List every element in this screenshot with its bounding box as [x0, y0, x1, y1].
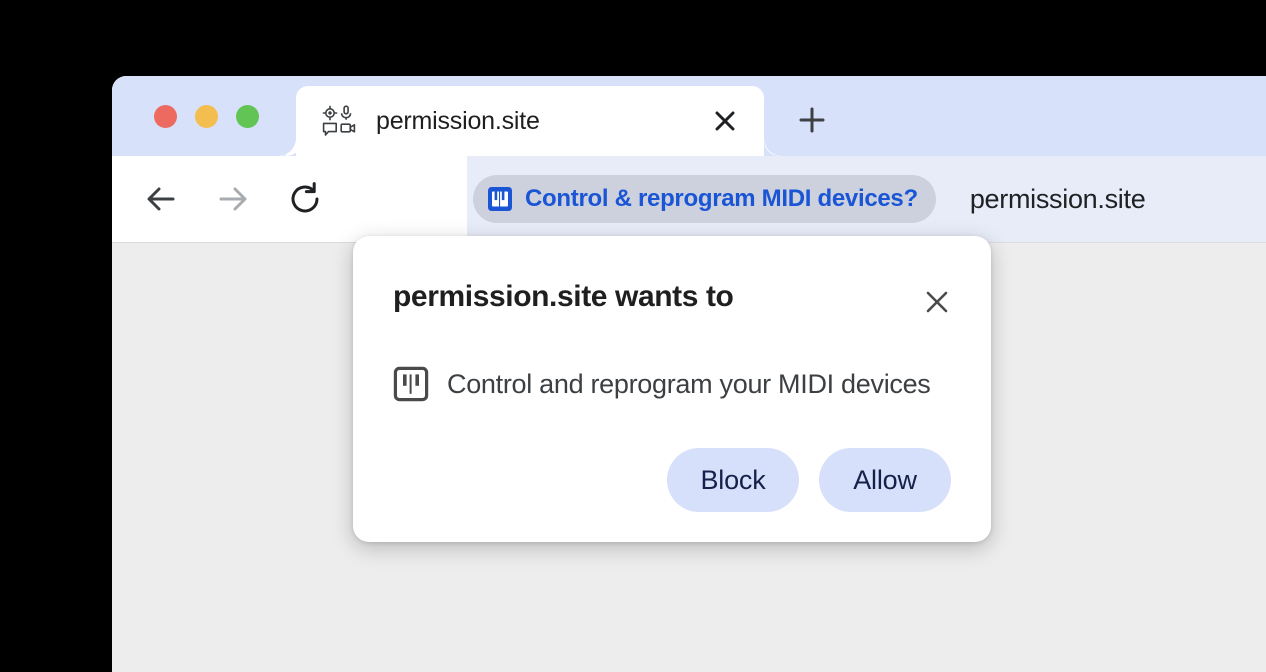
- allow-button[interactable]: Allow: [819, 448, 951, 512]
- close-window-button[interactable]: [154, 105, 177, 128]
- back-arrow-icon: [147, 187, 175, 211]
- close-icon: [715, 111, 735, 131]
- window-controls: [154, 105, 259, 128]
- omnibox[interactable]: Control & reprogram MIDI devices? permis…: [467, 156, 1266, 242]
- plus-icon: [799, 107, 825, 133]
- midi-permission-chip[interactable]: Control & reprogram MIDI devices?: [473, 175, 936, 223]
- dialog-close-button[interactable]: [919, 284, 955, 320]
- browser-toolbar: Control & reprogram MIDI devices? permis…: [112, 156, 1266, 242]
- close-icon: [926, 291, 948, 313]
- reload-button[interactable]: [280, 174, 330, 224]
- reload-icon: [291, 182, 319, 213]
- forward-button: [208, 174, 258, 224]
- permission-site-favicon: [322, 105, 356, 136]
- chip-label: Control & reprogram MIDI devices?: [525, 185, 918, 212]
- tab-strip: permission.site: [112, 76, 1266, 156]
- omnibox-url: permission.site: [969, 183, 1146, 214]
- tab-shoulder-right: [764, 138, 782, 156]
- maximize-window-button[interactable]: [236, 105, 259, 128]
- forward-arrow-icon: [219, 187, 247, 211]
- tab-close-button[interactable]: [708, 104, 742, 138]
- midi-piano-icon: [488, 187, 512, 211]
- permission-dialog: permission.site wants to Control and rep…: [353, 236, 991, 542]
- new-tab-button[interactable]: [790, 98, 834, 142]
- minimize-window-button[interactable]: [195, 105, 218, 128]
- dialog-header: permission.site wants to: [393, 280, 951, 320]
- back-button[interactable]: [136, 174, 186, 224]
- dialog-body-text: Control and reprogram your MIDI devices: [447, 368, 931, 399]
- browser-tab[interactable]: permission.site: [278, 86, 782, 156]
- block-button[interactable]: Block: [667, 448, 799, 512]
- dialog-actions: Block Allow: [393, 448, 951, 512]
- midi-piano-icon: [393, 366, 429, 402]
- dialog-title: permission.site wants to: [393, 280, 734, 313]
- screenshot-root: permission.site Control & reprogram MIDI…: [0, 0, 1266, 672]
- dialog-body: Control and reprogram your MIDI devices: [393, 366, 951, 402]
- tab-shoulder-left: [278, 138, 296, 156]
- tab-title: permission.site: [376, 106, 540, 135]
